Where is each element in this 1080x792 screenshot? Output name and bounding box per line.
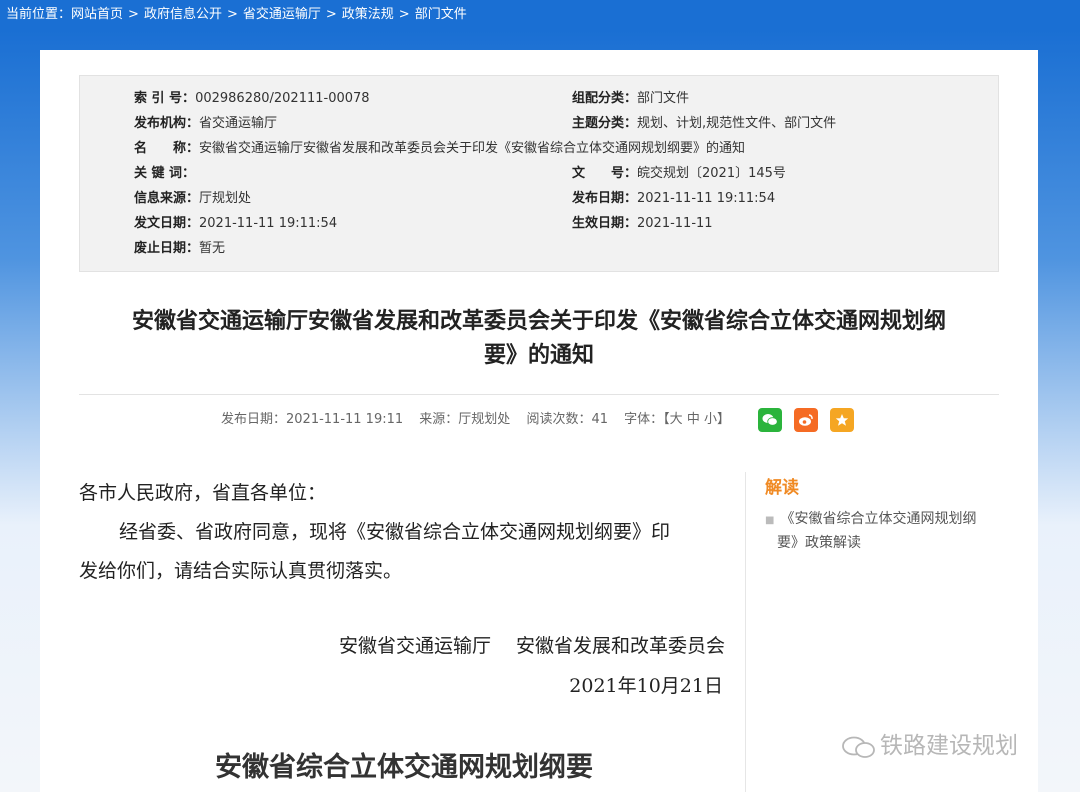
meta-category: 组配分类：部门文件 — [572, 91, 690, 106]
title-divider — [79, 394, 999, 395]
sidebar-divider — [745, 472, 746, 792]
breadcrumb-separator: > — [226, 7, 238, 22]
breadcrumb-prefix: 当前位置： — [6, 7, 72, 22]
body-paragraph-line-2: 发给你们，请结合实际认真贯彻落实。 — [79, 560, 403, 582]
meta-doc-number: 文 号：皖交规划〔2021〕145号 — [572, 166, 786, 181]
breadcrumb-link-policy[interactable]: 政策法规 — [342, 7, 394, 22]
reading-link[interactable]: ■ 《安徽省综合立体交通网规划纲 要》政策解读 — [765, 508, 1005, 555]
meta-topic: 主题分类：规划、计划,规范性文件、部门文件 — [572, 116, 837, 131]
metadata-table: 索 引 号：002986280/202111-00078 发布机构：省交通运输厅… — [79, 75, 999, 272]
breadcrumb: 当前位置：网站首页 > 政府信息公开 > 省交通运输厅 > 政策法规 > 部门文件 — [0, 0, 1080, 30]
read-count: 阅读次数：41 — [526, 412, 608, 427]
publish-date: 发布日期：2021-11-11 19:11 — [221, 412, 404, 427]
star-icon — [835, 414, 849, 426]
wechat-icon — [762, 414, 778, 426]
wechat-watermark-icon — [842, 736, 875, 758]
signatory: 安徽省交通运输厅 安徽省发展和改革委员会 — [338, 635, 725, 657]
meta-repeal-date: 废止日期：暂无 — [134, 241, 226, 256]
meta-name: 名 称：安徽省交通运输厅安徽省发展和改革委员会关于印发《安徽省综合立体交通网规划… — [134, 141, 746, 156]
font-size-control: 字体：【大 中 小】 — [624, 412, 730, 427]
article-info-bar: 发布日期：2021-11-11 19:11 来源：厅规划处 阅读次数：41 字体… — [221, 408, 742, 432]
title-line-2: 要》的通知 — [483, 343, 594, 368]
breadcrumb-link-gov-info[interactable]: 政府信息公开 — [144, 7, 222, 22]
breadcrumb-separator: > — [325, 7, 337, 22]
watermark-text: 铁路建设规划 — [880, 733, 1018, 759]
weibo-share-button[interactable] — [794, 408, 818, 432]
meta-source: 信息来源：厅规划处 — [134, 191, 252, 206]
bullet-icon: ■ — [765, 515, 775, 526]
favorite-button[interactable] — [830, 408, 854, 432]
breadcrumb-separator: > — [398, 7, 410, 22]
weibo-icon — [799, 414, 813, 426]
font-size-large-button[interactable]: 大 — [670, 412, 683, 427]
font-size-small-button[interactable]: 小 — [704, 412, 717, 427]
font-size-label: 字体： — [624, 412, 664, 427]
breadcrumb-link-dept-docs[interactable]: 部门文件 — [415, 7, 467, 22]
watermark: 铁路建设规划 — [840, 726, 1018, 760]
page-title: 安徽省交通运输厅安徽省发展和改革委员会关于印发《安徽省综合立体交通网规划纲 要》… — [79, 305, 999, 373]
meta-index-number: 索 引 号：002986280/202111-00078 — [134, 91, 370, 106]
wechat-share-button[interactable] — [758, 408, 782, 432]
breadcrumb-separator: > — [128, 7, 139, 22]
font-size-medium-button[interactable]: 中 — [687, 412, 700, 427]
breadcrumb-link-home[interactable]: 网站首页 — [71, 7, 123, 22]
signing-date: 2021年10月21日 — [569, 675, 723, 697]
reading-heading: 解读 — [765, 478, 799, 498]
reading-link-line-1: 《安徽省综合立体交通网规划纲 — [780, 511, 977, 527]
salutation: 各市人民政府，省直各单位： — [79, 482, 327, 504]
body-paragraph-line-1: 经省委、省政府同意，现将《安徽省综合立体交通网规划纲要》印 — [119, 521, 671, 543]
breadcrumb-link-transport-dept[interactable]: 省交通运输厅 — [243, 7, 321, 22]
document-subtitle: 安徽省综合立体交通网规划纲要 — [215, 752, 593, 783]
title-line-1: 安徽省交通运输厅安徽省发展和改革委员会关于印发《安徽省综合立体交通网规划纲 — [131, 309, 946, 334]
meta-issue-date: 发文日期：2021-11-11 19:11:54 — [134, 216, 338, 231]
meta-keywords: 关 键 词： — [134, 166, 196, 181]
meta-publisher: 发布机构：省交通运输厅 — [134, 116, 278, 131]
font-size-bracket-close: 】 — [717, 412, 731, 427]
meta-publish-date: 发布日期：2021-11-11 19:11:54 — [572, 191, 776, 206]
meta-effective-date: 生效日期：2021-11-11 — [572, 216, 713, 231]
source-label: 来源：厅规划处 — [419, 412, 511, 427]
reading-link-line-2: 要》政策解读 — [777, 535, 861, 551]
